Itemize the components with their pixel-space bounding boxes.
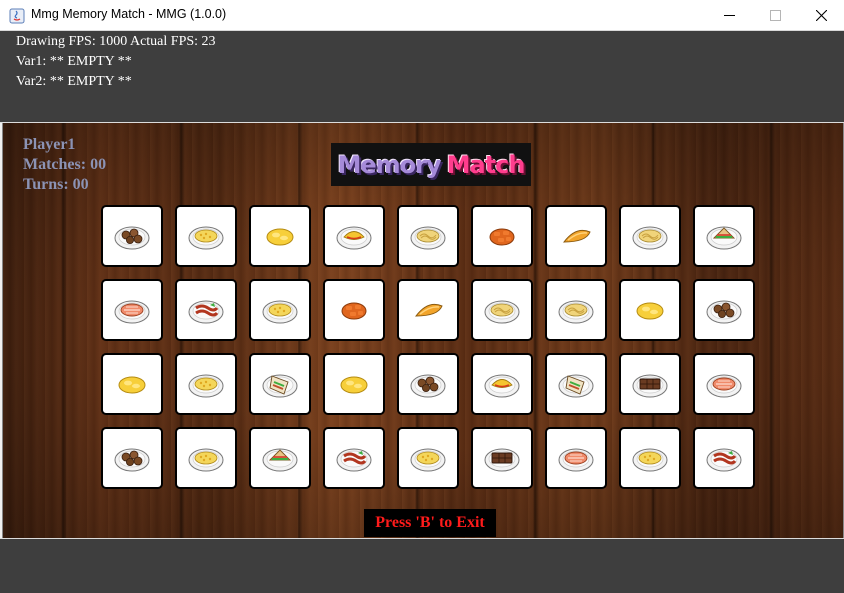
memory-card[interactable] bbox=[249, 279, 311, 341]
mac-cheese-icon bbox=[188, 374, 224, 398]
minimize-button[interactable] bbox=[706, 0, 752, 31]
mac-cheese-icon bbox=[632, 448, 668, 472]
scrambled-egg-icon bbox=[266, 228, 294, 246]
scrambled-egg-icon bbox=[340, 376, 368, 394]
maximize-button[interactable] bbox=[752, 0, 798, 31]
memory-card[interactable] bbox=[175, 279, 237, 341]
memory-card[interactable] bbox=[471, 427, 533, 489]
logo-word-memory: Memory bbox=[337, 150, 441, 179]
memory-card[interactable] bbox=[619, 279, 681, 341]
memory-card[interactable] bbox=[545, 205, 607, 267]
memory-card[interactable] bbox=[471, 279, 533, 341]
debug-panel: Drawing FPS: 1000 Actual FPS: 23 Var1: *… bbox=[0, 31, 844, 123]
mac-cheese-icon bbox=[188, 226, 224, 250]
bottom-panel bbox=[0, 538, 844, 593]
sandwich-icon bbox=[262, 448, 298, 472]
memory-card[interactable] bbox=[545, 279, 607, 341]
memory-card[interactable] bbox=[397, 427, 459, 489]
memory-card[interactable] bbox=[397, 279, 459, 341]
minimize-icon bbox=[723, 15, 735, 16]
memory-card[interactable] bbox=[471, 205, 533, 267]
memory-card[interactable] bbox=[619, 427, 681, 489]
close-button[interactable] bbox=[798, 0, 844, 31]
matches-counter: Matches: 00 bbox=[23, 156, 107, 173]
pasta-icon bbox=[558, 300, 594, 324]
carrots-icon bbox=[489, 228, 515, 246]
meatballs-icon bbox=[706, 300, 742, 324]
memory-card[interactable] bbox=[323, 353, 385, 415]
memory-card[interactable] bbox=[693, 279, 755, 341]
meatballs-icon bbox=[114, 448, 150, 472]
omelette-icon bbox=[484, 374, 520, 398]
pasta-icon bbox=[484, 300, 520, 324]
var1-readout: Var1: ** EMPTY ** bbox=[16, 54, 132, 69]
mac-cheese-icon bbox=[262, 300, 298, 324]
exit-hint: Press 'B' to Exit bbox=[364, 509, 496, 537]
scrambled-egg-icon bbox=[118, 376, 146, 394]
potato-wedge-icon bbox=[414, 303, 443, 317]
bacon-icon bbox=[336, 448, 372, 472]
fps-readout: Drawing FPS: 1000 Actual FPS: 23 bbox=[16, 34, 216, 49]
memory-card[interactable] bbox=[545, 353, 607, 415]
memory-card[interactable] bbox=[249, 205, 311, 267]
salmon-icon bbox=[558, 448, 594, 472]
salmon-icon bbox=[114, 300, 150, 324]
memory-card[interactable] bbox=[175, 427, 237, 489]
pasta-icon bbox=[632, 226, 668, 250]
wrap-icon bbox=[558, 374, 594, 398]
bacon-icon bbox=[706, 448, 742, 472]
mac-cheese-icon bbox=[188, 448, 224, 472]
memory-card[interactable] bbox=[249, 427, 311, 489]
memory-match-logo: Memory Match bbox=[331, 143, 531, 186]
close-icon bbox=[815, 10, 827, 21]
memory-card[interactable] bbox=[397, 205, 459, 267]
memory-card[interactable] bbox=[323, 427, 385, 489]
salmon-icon bbox=[706, 374, 742, 398]
meatballs-icon bbox=[114, 226, 150, 250]
scrambled-egg-icon bbox=[636, 302, 664, 320]
window-titlebar: Mmg Memory Match - MMG (1.0.0) bbox=[0, 0, 844, 31]
memory-card[interactable] bbox=[545, 427, 607, 489]
memory-card[interactable] bbox=[397, 353, 459, 415]
memory-card[interactable] bbox=[693, 353, 755, 415]
player-name: Player1 bbox=[23, 136, 76, 153]
memory-card[interactable] bbox=[471, 353, 533, 415]
java-app-icon bbox=[9, 8, 25, 24]
pasta-icon bbox=[410, 226, 446, 250]
memory-card[interactable] bbox=[323, 279, 385, 341]
memory-card[interactable] bbox=[693, 205, 755, 267]
meatballs-icon bbox=[410, 374, 446, 398]
memory-card[interactable] bbox=[619, 353, 681, 415]
memory-card[interactable] bbox=[101, 353, 163, 415]
memory-card[interactable] bbox=[323, 205, 385, 267]
carrots-icon bbox=[341, 302, 367, 320]
memory-card[interactable] bbox=[101, 427, 163, 489]
omelette-icon bbox=[336, 226, 372, 250]
memory-card[interactable] bbox=[693, 427, 755, 489]
chocolate-icon bbox=[484, 448, 520, 472]
wrap-icon bbox=[262, 374, 298, 398]
exit-hint-text: Press 'B' to Exit bbox=[375, 514, 485, 531]
bacon-icon bbox=[188, 300, 224, 324]
memory-card[interactable] bbox=[175, 205, 237, 267]
turns-counter: Turns: 00 bbox=[23, 176, 89, 193]
chocolate-icon bbox=[632, 374, 668, 398]
window-title: Mmg Memory Match - MMG (1.0.0) bbox=[31, 7, 227, 21]
var2-readout: Var2: ** EMPTY ** bbox=[16, 74, 132, 89]
memory-card[interactable] bbox=[619, 205, 681, 267]
mac-cheese-icon bbox=[410, 448, 446, 472]
memory-card[interactable] bbox=[175, 353, 237, 415]
memory-card[interactable] bbox=[101, 279, 163, 341]
potato-wedge-icon bbox=[562, 229, 591, 243]
logo-word-match: Match bbox=[446, 150, 526, 179]
game-board: Player1 Matches: 00 Turns: 00 Memory Matc… bbox=[2, 123, 844, 538]
sandwich-icon bbox=[706, 226, 742, 250]
memory-card[interactable] bbox=[101, 205, 163, 267]
maximize-icon bbox=[769, 10, 781, 21]
memory-card[interactable] bbox=[249, 353, 311, 415]
